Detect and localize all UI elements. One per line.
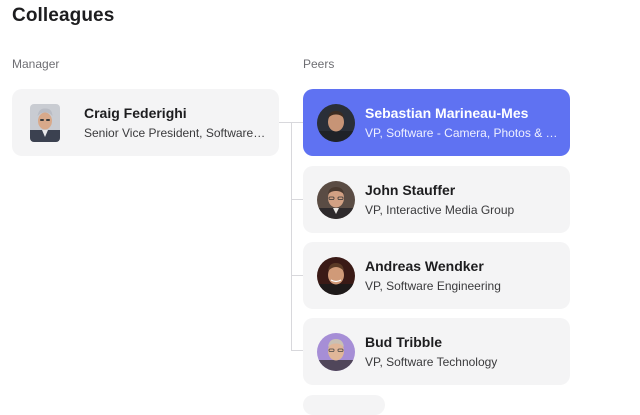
peer-4-role: VP, Software Technology [365, 355, 498, 369]
connector-branch-peer-2 [291, 199, 303, 200]
connector-vertical-trunk [291, 122, 292, 350]
peer-card-1[interactable]: Sebastian Marineau-Mes VP, Software - Ca… [303, 89, 570, 156]
manager-section-label: Manager [12, 57, 60, 71]
peer-2-info: John Stauffer VP, Interactive Media Grou… [365, 181, 570, 218]
manager-avatar [30, 103, 60, 142]
connector-branch-peer-3 [291, 275, 303, 276]
person-photo-icon [317, 103, 355, 142]
peer-2-name: John Stauffer [365, 182, 456, 198]
peer-1-name: Sebastian Marineau-Mes [365, 105, 529, 121]
manager-name: Craig Federighi [84, 105, 187, 121]
peer-3-role: VP, Software Engineering [365, 279, 501, 293]
peer-4-avatar [317, 332, 355, 371]
peer-2-role: VP, Interactive Media Group [365, 203, 515, 217]
peer-3-info: Andreas Wendker VP, Software Engineering [365, 257, 570, 294]
manager-role: Senior Vice President, Software Engineer… [84, 126, 267, 140]
connector-branch-peer-1 [291, 122, 303, 123]
person-photo-icon [30, 103, 60, 142]
peer-4-name: Bud Tribble [365, 334, 442, 350]
peer-card-partial[interactable] [303, 395, 385, 415]
peer-3-avatar [317, 256, 355, 295]
peer-1-role: VP, Software - Camera, Photos & Media [365, 126, 558, 140]
peer-3-name: Andreas Wendker [365, 258, 484, 274]
peer-1-avatar [317, 103, 355, 142]
peers-section-label: Peers [303, 57, 335, 71]
manager-card[interactable]: Craig Federighi Senior Vice President, S… [12, 89, 279, 156]
page-title: Colleagues [12, 5, 115, 26]
connector-branch-peer-4 [291, 350, 303, 351]
peer-2-avatar [317, 180, 355, 219]
peer-card-3[interactable]: Andreas Wendker VP, Software Engineering [303, 242, 570, 309]
connector-horizontal-manager [279, 122, 291, 123]
peer-card-2[interactable]: John Stauffer VP, Interactive Media Grou… [303, 166, 570, 233]
peer-1-info: Sebastian Marineau-Mes VP, Software - Ca… [365, 104, 570, 141]
person-photo-icon [317, 332, 355, 371]
peer-4-info: Bud Tribble VP, Software Technology [365, 333, 570, 370]
person-photo-icon [317, 256, 355, 295]
person-photo-icon [317, 180, 355, 219]
manager-info: Craig Federighi Senior Vice President, S… [84, 104, 279, 141]
peer-card-4[interactable]: Bud Tribble VP, Software Technology [303, 318, 570, 385]
